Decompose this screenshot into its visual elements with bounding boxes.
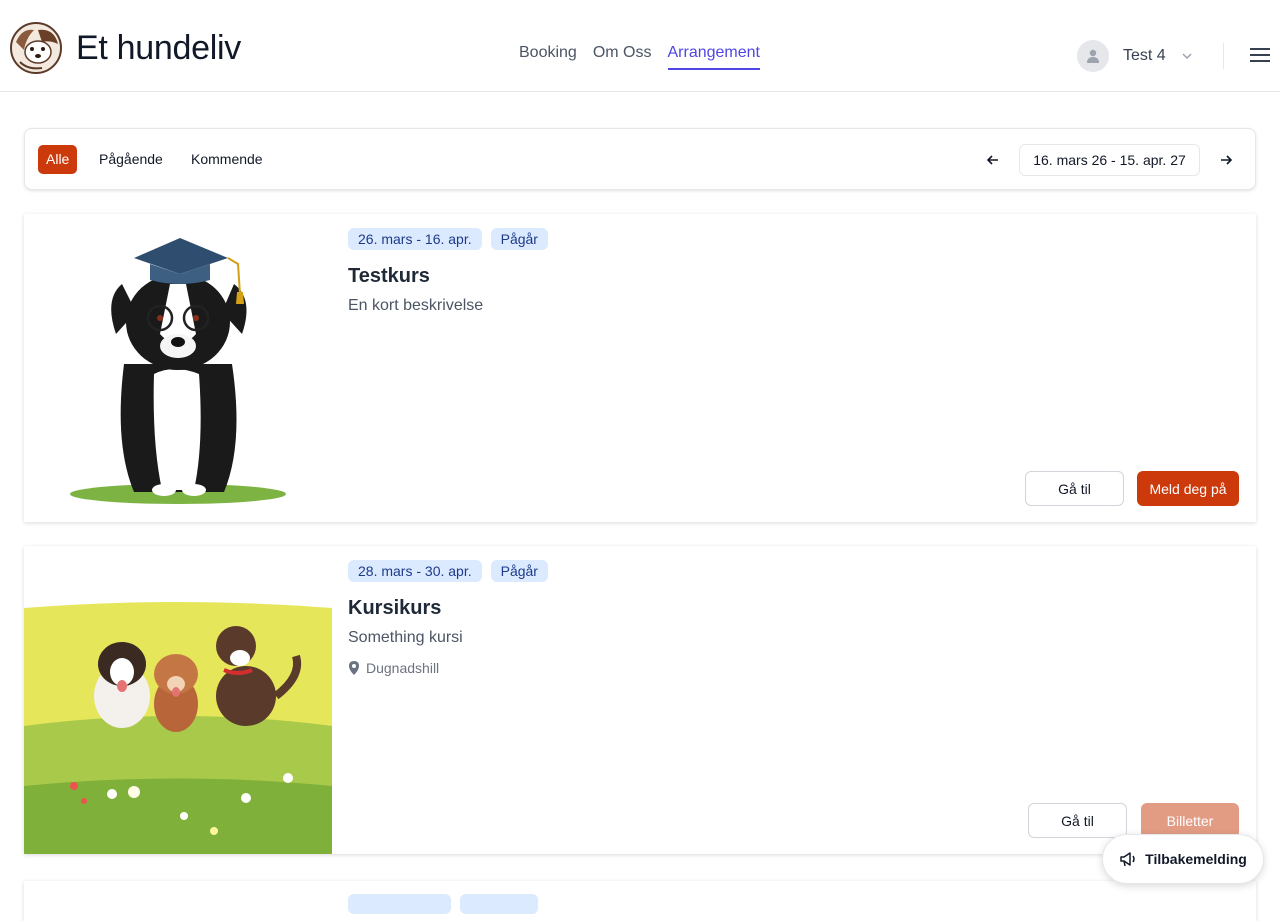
three-dogs-meadow-illustration (24, 546, 332, 854)
dog-logo-icon (10, 22, 62, 74)
hamburger-menu-icon[interactable] (1249, 45, 1271, 65)
event-tags: 26. mars - 16. apr. Pågår (348, 228, 548, 250)
header-divider (1223, 43, 1224, 69)
brand[interactable]: Et hundeliv (8, 22, 241, 74)
user-menu[interactable]: Test 4 (1077, 40, 1194, 72)
filter-ongoing[interactable]: Pågående (91, 145, 171, 174)
nav-arrangement[interactable]: Arrangement (667, 44, 760, 70)
user-name: Test 4 (1123, 47, 1166, 64)
status-badge: Pågår (490, 228, 548, 250)
feedback-button[interactable]: Tilbakemelding (1102, 834, 1264, 884)
event-filter-bar: Alle Pågående Kommende 16. mars 26 - 15.… (24, 128, 1256, 190)
event-card (24, 881, 1256, 921)
date-range-picker[interactable]: 16. mars 26 - 15. apr. 27 (1019, 144, 1200, 176)
location-label: Dugnadshill (366, 660, 440, 676)
tickets-button[interactable]: Billetter (1141, 803, 1239, 838)
event-tags: 28. mars - 30. apr. Pågår (348, 560, 548, 582)
chevron-down-icon (1182, 53, 1192, 60)
megaphone-icon (1120, 852, 1135, 867)
filter-upcoming[interactable]: Kommende (183, 145, 271, 174)
sign-up-button[interactable]: Meld deg på (1137, 471, 1239, 506)
event-description: En kort beskrivelse (348, 297, 484, 314)
go-to-button[interactable]: Gå til (1025, 471, 1124, 506)
next-range-button[interactable] (1213, 147, 1239, 173)
date-badge (348, 894, 451, 914)
user-icon (1087, 49, 1099, 63)
graduate-dog-illustration (24, 214, 332, 522)
event-card: 26. mars - 16. apr. Pågår Testkurs En ko… (24, 214, 1256, 522)
event-title: Testkurs (348, 265, 430, 287)
event-description: Something kursi (348, 629, 463, 646)
arrow-left-icon (986, 155, 998, 165)
event-location: Dugnadshill (348, 660, 439, 676)
date-badge: 26. mars - 16. apr. (348, 228, 482, 250)
event-image (24, 214, 332, 522)
date-badge: 28. mars - 30. apr. (348, 560, 482, 582)
filter-all[interactable]: Alle (38, 145, 78, 174)
previous-range-button[interactable] (980, 147, 1006, 173)
nav-booking[interactable]: Booking (519, 44, 577, 70)
event-image (24, 546, 332, 854)
main-nav: Booking Om Oss Arrangement (519, 44, 760, 70)
go-to-button[interactable]: Gå til (1028, 803, 1127, 838)
feedback-label: Tilbakemelding (1145, 851, 1247, 867)
user-avatar (1077, 40, 1109, 72)
map-pin-icon (349, 661, 359, 675)
event-card: 28. mars - 30. apr. Pågår Kursikurs Some… (24, 546, 1256, 854)
status-badge (460, 894, 538, 914)
event-title: Kursikurs (348, 597, 442, 619)
arrow-right-icon (1221, 155, 1233, 165)
nav-om-oss[interactable]: Om Oss (593, 44, 652, 70)
top-header: Et hundeliv Booking Om Oss Arrangement T… (0, 0, 1280, 92)
brand-name: Et hundeliv (76, 28, 241, 67)
status-badge: Pågår (490, 560, 548, 582)
